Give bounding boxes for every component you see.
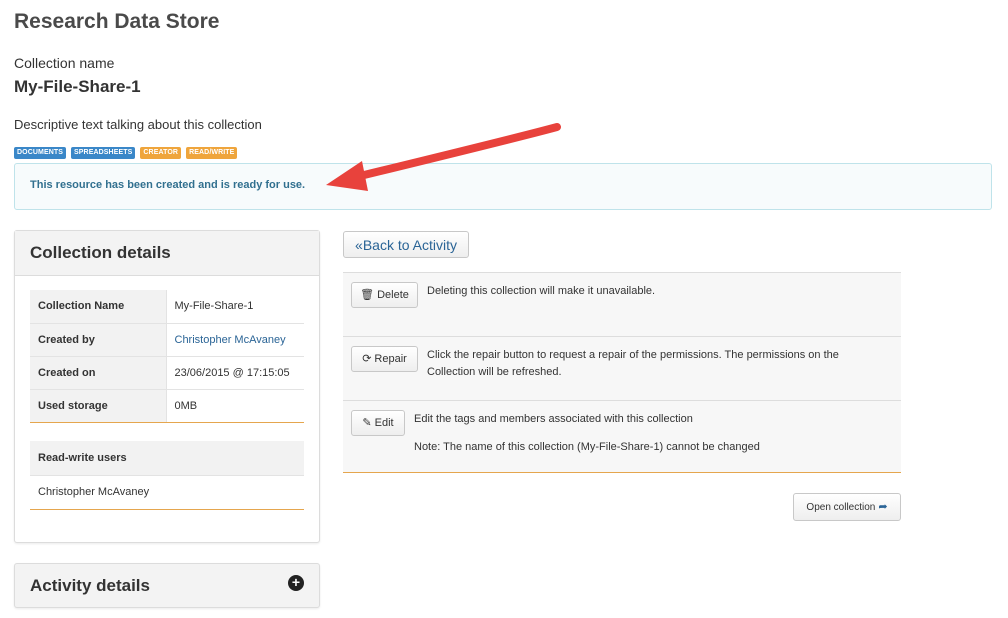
- open-collection-button[interactable]: Open collection ➦: [793, 493, 901, 521]
- created-by-link[interactable]: Christopher McAvaney: [166, 323, 304, 357]
- user-item: Christopher McAvaney: [30, 475, 304, 510]
- collection-description: Descriptive text talking about this coll…: [14, 117, 262, 132]
- annotation-arrow-icon: [326, 123, 561, 191]
- list-item: 🗑 Delete Deleting this collection will m…: [343, 273, 901, 337]
- detail-value: 0MB: [166, 389, 304, 423]
- actions-list: 🗑 Delete Deleting this collection will m…: [343, 272, 901, 473]
- repair-description: Click the repair button to request a rep…: [427, 349, 839, 378]
- tag-creator: CREATOR: [140, 147, 182, 159]
- activity-details-panel[interactable]: Activity details +: [14, 563, 320, 608]
- page-title: Research Data Store: [14, 10, 220, 33]
- collection-details-panel: Collection details Collection Name My-Fi…: [14, 230, 320, 543]
- tag-list: DOCUMENTS SPREADSHEETS CREATOR READ/WRIT…: [14, 147, 238, 159]
- share-arrow-icon: ➦: [878, 500, 888, 513]
- repair-button[interactable]: ⟳ Repair: [351, 346, 418, 372]
- detail-key: Created by: [30, 323, 167, 357]
- table-row: Created on 23/06/2015 @ 17:15:05: [30, 356, 304, 390]
- edit-note: Note: The name of this collection (My-Fi…: [414, 441, 760, 453]
- collection-name: My-File-Share-1: [14, 77, 141, 96]
- tag-read-write: READ/WRITE: [186, 147, 238, 159]
- list-item: ⟳ Repair Click the repair button to requ…: [343, 337, 901, 401]
- open-collection-label: Open collection: [806, 501, 876, 513]
- delete-button-label: Delete: [377, 289, 409, 301]
- collection-details-title: Collection details: [15, 231, 319, 276]
- detail-key: Collection Name: [30, 290, 167, 324]
- details-table: Collection Name My-File-Share-1 Created …: [30, 290, 304, 423]
- trash-icon: 🗑: [360, 288, 375, 301]
- edit-text: Edit the tags and members associated wit…: [414, 413, 693, 425]
- edit-button[interactable]: ✎ Edit: [351, 410, 405, 436]
- detail-key: Created on: [30, 356, 167, 390]
- refresh-icon: ⟳: [362, 352, 372, 365]
- table-row: Created by Christopher McAvaney: [30, 323, 304, 357]
- tag-documents: DOCUMENTS: [14, 147, 67, 159]
- edit-button-label: Edit: [374, 417, 394, 429]
- edit-description: Edit the tags and members associated wit…: [414, 411, 874, 456]
- table-row: Collection Name My-File-Share-1: [30, 290, 304, 324]
- detail-key: Used storage: [30, 389, 167, 423]
- activity-details-title: Activity details: [30, 576, 150, 595]
- plus-circle-icon[interactable]: +: [288, 575, 304, 591]
- back-to-activity-button[interactable]: «Back to Activity: [343, 231, 469, 258]
- list-item: ✎ Edit Edit the tags and members associa…: [343, 401, 901, 473]
- detail-value: My-File-Share-1: [166, 290, 304, 324]
- detail-value: 23/06/2015 @ 17:15:05: [166, 356, 304, 390]
- alert-message: This resource has been created and is re…: [30, 179, 306, 191]
- users-table: Read-write users Christopher McAvaney: [30, 441, 304, 510]
- users-header: Read-write users: [30, 441, 304, 476]
- table-row: Used storage 0MB: [30, 389, 304, 423]
- delete-button[interactable]: 🗑 Delete: [351, 282, 418, 308]
- repair-button-label: Repair: [374, 353, 407, 365]
- edit-icon: ✎: [362, 416, 372, 429]
- delete-description: Deleting this collection will make it un…: [427, 285, 656, 297]
- tag-spreadsheets: SPREADSHEETS: [71, 147, 136, 159]
- collection-name-label: Collection name: [14, 55, 115, 71]
